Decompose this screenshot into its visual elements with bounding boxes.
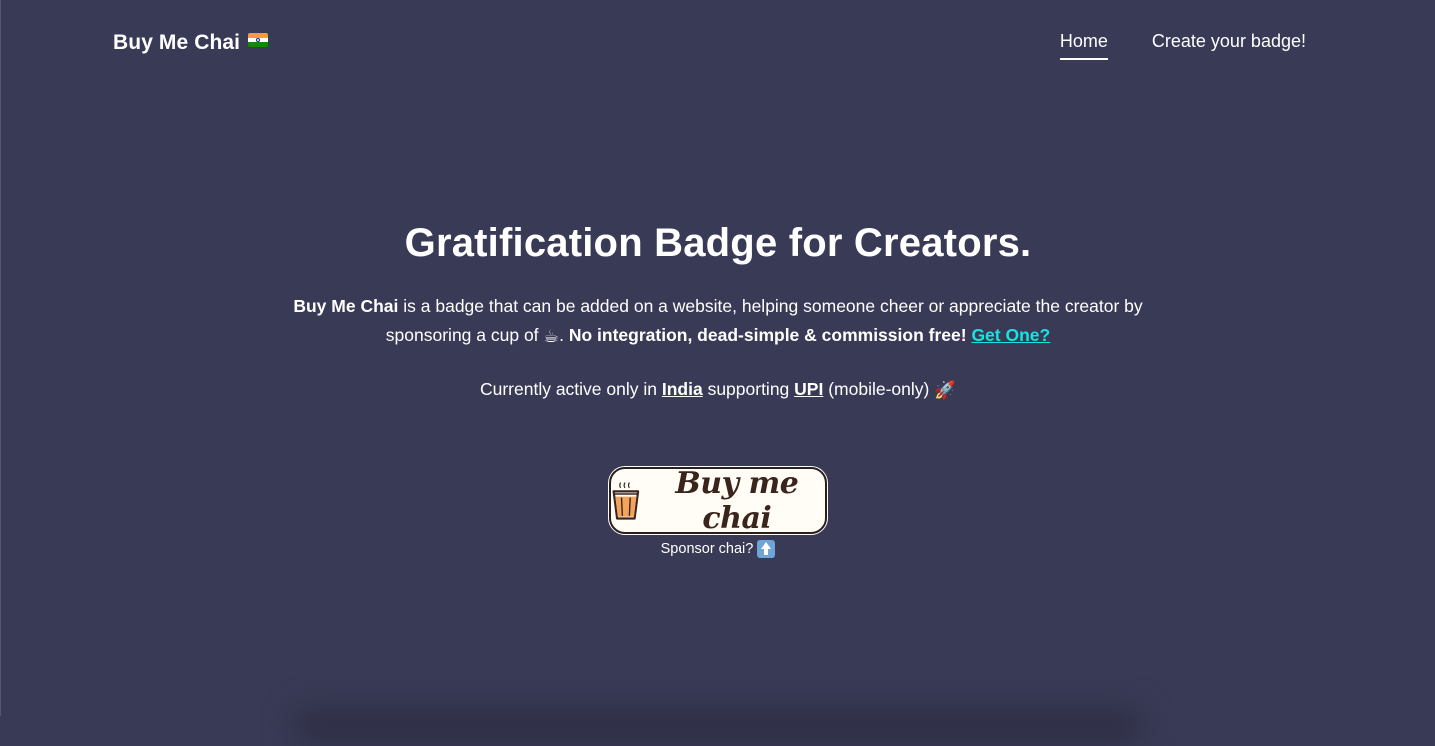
rocket-icon: 🚀 — [934, 379, 957, 400]
chai-glass-icon — [612, 481, 640, 520]
nav-links: Home Create your badge! — [1059, 31, 1306, 60]
availability-note: Currently active only in India supportin… — [1, 375, 1435, 405]
nav-link-create-badge[interactable]: Create your badge! — [1152, 31, 1306, 60]
india-link[interactable]: India — [662, 379, 703, 399]
hero-description: Buy Me Chai is a badge that can be added… — [268, 292, 1168, 351]
desc-text-2: . — [559, 325, 569, 345]
buy-me-chai-badge-button[interactable]: Buy me chai — [609, 465, 827, 536]
brand-logo[interactable]: Buy Me Chai — [113, 31, 269, 55]
upi-link[interactable]: UPI — [794, 379, 823, 399]
india-flag-icon — [248, 33, 269, 47]
hero-section: Gratification Badge for Creators. Buy Me… — [1, 218, 1435, 422]
up-arrow-icon — [757, 540, 776, 558]
sub-text-2: supporting — [702, 378, 795, 399]
badge-label: Buy me chai — [675, 465, 799, 536]
sub-text-1: Currently active only in — [479, 378, 662, 399]
sponsor-caption-text: Sponsor chai? — [660, 541, 754, 557]
sub-text-3: (mobile-only) — [823, 378, 935, 399]
desc-bold-text: No integration, dead-simple & commission… — [568, 325, 967, 345]
hero-title: Gratification Badge for Creators. — [404, 221, 1032, 265]
bottom-section-shadow — [291, 706, 1145, 746]
desc-brand: Buy Me Chai — [293, 296, 399, 316]
nav-link-home[interactable]: Home — [1059, 31, 1108, 60]
navbar: Buy Me Chai Home Create your badge! — [1, 0, 1435, 90]
brand-name: Buy Me Chai — [113, 31, 241, 54]
coffee-cup-icon: ☕ — [543, 325, 560, 346]
get-one-link[interactable]: Get One? — [971, 325, 1050, 345]
sponsor-caption: Sponsor chai? — [661, 540, 776, 558]
badge-demo: Buy me chai Sponsor chai? — [1, 465, 1435, 558]
